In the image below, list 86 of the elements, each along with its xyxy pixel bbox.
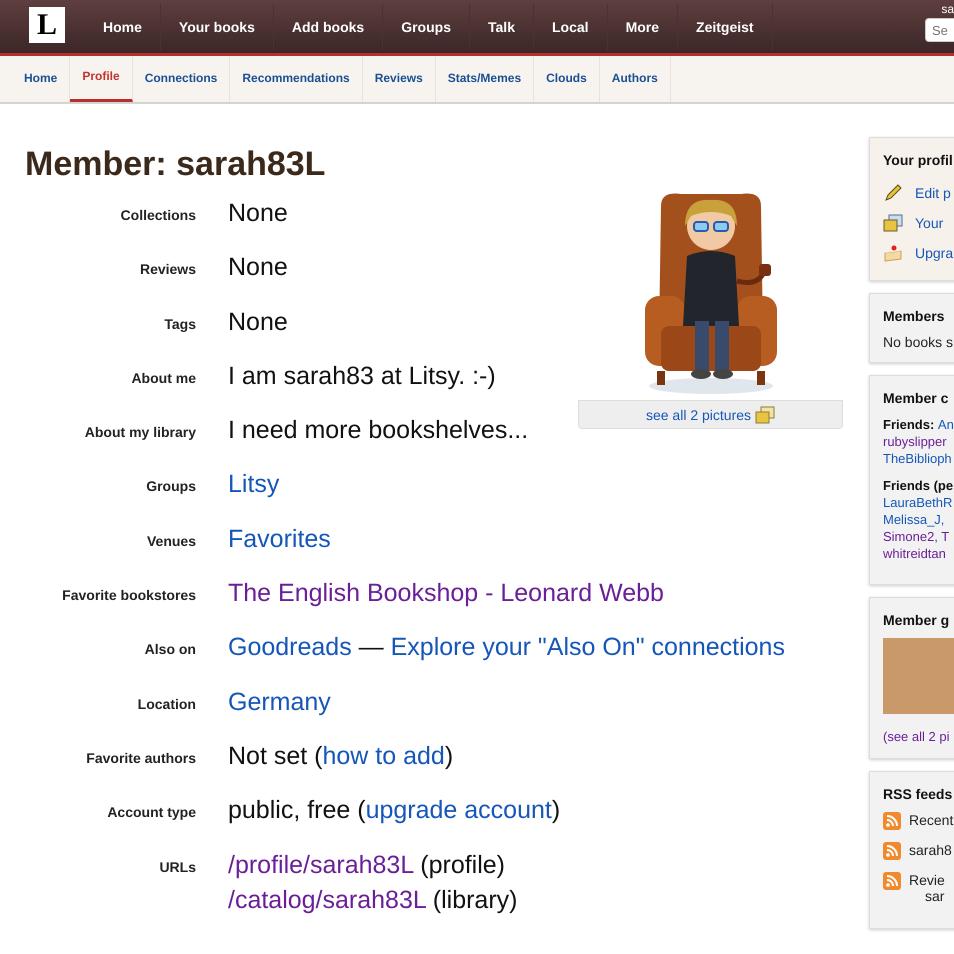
card-text: No books s xyxy=(883,334,954,350)
pencil-icon xyxy=(883,183,903,203)
value-link[interactable]: Explore your "Also On" connections xyxy=(390,633,785,662)
nav-link[interactable]: Add books xyxy=(274,4,384,50)
profile-tab[interactable]: Home xyxy=(12,56,70,102)
profile-tab[interactable]: Recommendations xyxy=(230,56,363,102)
rss-icon xyxy=(883,812,901,830)
feed-link[interactable]: sarah8 xyxy=(909,842,952,858)
value-link[interactable]: Goodreads xyxy=(228,633,352,662)
friend-link[interactable]: Melissa_J, xyxy=(883,512,944,527)
sidebar-link[interactable]: Upgra xyxy=(915,245,954,261)
card-title: Your profil xyxy=(883,152,954,168)
nav-link[interactable]: More xyxy=(608,4,678,50)
value-text: I need more bookshelves... xyxy=(228,416,528,444)
friend-link[interactable]: An xyxy=(938,417,954,432)
value-link[interactable]: /profile/sarah83L xyxy=(228,850,414,879)
field-label: Location xyxy=(136,694,196,712)
value-text: ) xyxy=(444,742,454,770)
field-label: URLs xyxy=(158,858,196,875)
username-text[interactable]: sa xyxy=(941,0,954,18)
field-label: Groups xyxy=(145,477,196,494)
value-text: (library) xyxy=(432,886,518,914)
see-pictures-link[interactable]: see all 2 pictures xyxy=(646,406,752,422)
card-title: Members xyxy=(883,308,946,324)
see-pictures-link[interactable]: (see all 2 pi xyxy=(883,729,950,744)
friends-heading: Friends: xyxy=(883,417,936,432)
site-logo[interactable]: L xyxy=(29,6,65,42)
nav-link[interactable]: Your books xyxy=(160,4,274,50)
value-text: None xyxy=(228,199,288,227)
sidebar-link[interactable]: Your xyxy=(915,215,944,231)
field-label: Account type xyxy=(106,803,196,820)
card-title: RSS feeds xyxy=(883,786,954,802)
field-label: Collections xyxy=(120,206,196,223)
friend-link[interactable]: TheBiblioph xyxy=(883,451,952,466)
field-label: About my library xyxy=(84,423,196,440)
value-link[interactable]: The English Bookshop - Leonard Webb xyxy=(228,579,664,608)
feed-link[interactable]: Recent xyxy=(909,812,954,828)
value-link[interactable]: Germany xyxy=(228,688,331,716)
card-title: Member c xyxy=(883,390,950,406)
field-label: Favorite authors xyxy=(85,748,196,766)
value-text: None xyxy=(228,253,288,282)
rss-icon xyxy=(883,872,901,890)
profile-tab[interactable]: Clouds xyxy=(534,56,600,102)
pictures-icon xyxy=(755,406,776,424)
nav-link[interactable]: Local xyxy=(534,4,608,50)
field-label: Favorite bookstores xyxy=(61,586,196,604)
sidebar-link[interactable]: Edit p xyxy=(915,185,951,201)
friends-heading: Friends (pe xyxy=(883,478,954,493)
value-link[interactable]: how to add xyxy=(322,742,445,770)
value-text: public, free ( xyxy=(228,796,366,824)
friend-link[interactable]: LauraBethR xyxy=(883,495,952,510)
profile-tab[interactable]: Profile xyxy=(70,56,133,102)
value-link[interactable]: /catalog/sarah83L xyxy=(228,886,426,914)
value-link[interactable]: Litsy xyxy=(228,470,280,498)
value-text: None xyxy=(228,308,288,336)
value-text: ) xyxy=(552,796,560,824)
value-text: I am sarah83 at Litsy. :-) xyxy=(228,362,496,390)
search-field[interactable]: Se xyxy=(925,18,954,42)
feed-link[interactable]: Revie xyxy=(909,872,945,888)
nav-link[interactable]: Groups xyxy=(383,4,470,50)
value-text: Not set ( xyxy=(228,742,322,770)
profile-tab[interactable]: Reviews xyxy=(362,56,436,102)
friend-link[interactable]: whitreidtan xyxy=(883,546,946,561)
field-label: Also on xyxy=(144,640,196,658)
nav-link[interactable]: Home xyxy=(85,4,161,50)
value-link[interactable]: Favorites xyxy=(228,524,331,553)
page-title: Member: sarah83L xyxy=(25,144,326,184)
friend-link[interactable]: rubyslipper xyxy=(883,434,947,449)
friend-link[interactable]: Simone2, T xyxy=(883,529,950,544)
value-text: — xyxy=(358,633,385,662)
rss-icon xyxy=(883,842,901,860)
field-label: Venues xyxy=(146,532,196,549)
profile-tab[interactable]: Authors xyxy=(600,56,671,102)
nav-link[interactable]: Talk xyxy=(470,4,534,50)
field-label: Reviews xyxy=(138,260,196,278)
profile-tab[interactable]: Stats/Memes xyxy=(436,56,534,102)
feed-link[interactable]: sar xyxy=(909,888,945,904)
profile-tab[interactable]: Connections xyxy=(132,56,230,102)
nav-link[interactable]: Zeitgeist xyxy=(678,4,773,50)
field-label: About me xyxy=(130,368,196,386)
field-label: Tags xyxy=(163,314,196,332)
value-link[interactable]: upgrade account xyxy=(366,796,552,824)
value-text: (profile) xyxy=(419,850,505,879)
card-title: Member g xyxy=(883,612,950,628)
pictures-icon xyxy=(883,214,903,232)
cake-icon xyxy=(883,243,903,263)
